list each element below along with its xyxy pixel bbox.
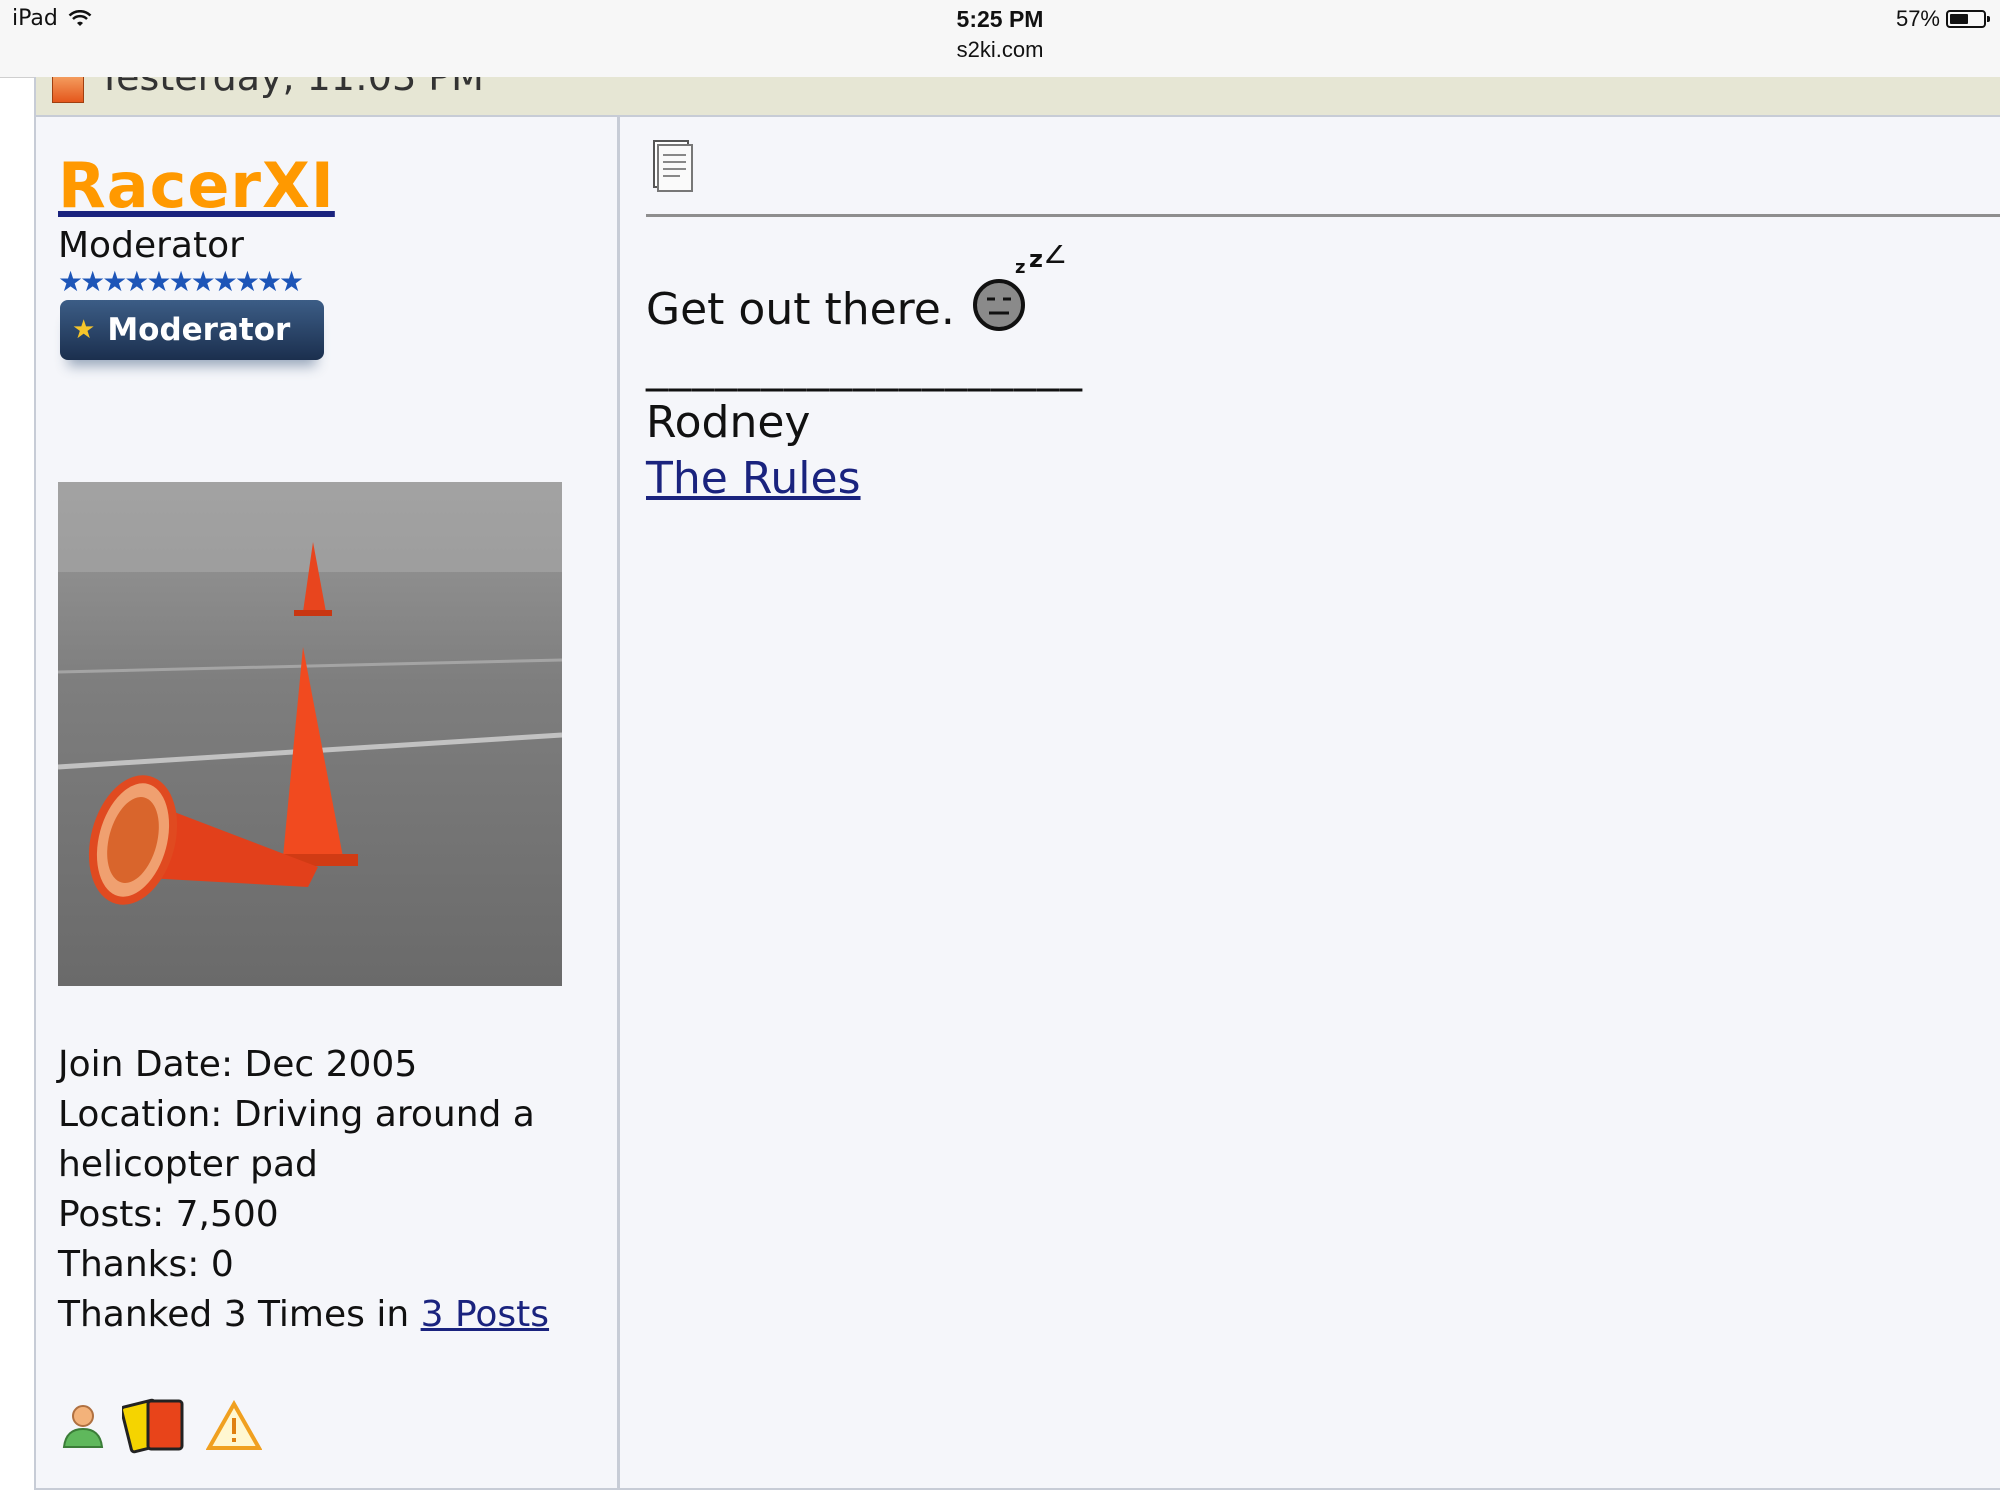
svg-text:z: z bbox=[1015, 257, 1025, 278]
battery-fill bbox=[1950, 14, 1968, 24]
warning-icon[interactable] bbox=[206, 1400, 262, 1452]
post-header: Yesterday, 11:03 PM bbox=[34, 77, 2000, 115]
rank-stars: ★★★★★★★★★★★ bbox=[58, 265, 304, 298]
user-profile-icon[interactable] bbox=[58, 1401, 108, 1451]
post-icon bbox=[52, 77, 84, 103]
post-body: Get out there. z z Z ___________________… bbox=[620, 117, 2000, 1488]
status-bar: iPad 5:25 PM s2ki.com 57% bbox=[0, 0, 2000, 78]
post-table: RacerXI Moderator ★★★★★★★★★★★ ★ Moderato… bbox=[34, 115, 2000, 1490]
user-stats: Join Date: Dec 2005 Location: Driving ar… bbox=[58, 1040, 598, 1340]
post-count: Posts: 7,500 bbox=[58, 1194, 279, 1235]
moderator-badge-label: Moderator bbox=[107, 312, 291, 348]
location: Location: Driving around a helicopter pa… bbox=[58, 1094, 535, 1185]
user-action-icons bbox=[58, 1397, 262, 1455]
avatar bbox=[58, 482, 562, 986]
sleepy-smiley-icon: z z Z bbox=[972, 245, 1066, 331]
signature-name: Rodney bbox=[646, 397, 811, 448]
cards-icon[interactable] bbox=[122, 1397, 192, 1455]
post-date: Yesterday, 11:03 PM bbox=[98, 77, 484, 99]
signature-separator: ___________________ bbox=[646, 341, 1083, 392]
post-message: Get out there. z z Z bbox=[646, 245, 1069, 335]
svg-text:Z: Z bbox=[1045, 245, 1066, 271]
address-url[interactable]: s2ki.com bbox=[0, 37, 2000, 63]
thanked-line: Thanked 3 Times in 3 Posts bbox=[58, 1290, 598, 1340]
post-message-text: Get out there. bbox=[646, 284, 955, 335]
clock: 5:25 PM bbox=[956, 6, 1044, 32]
document-icon bbox=[653, 140, 693, 192]
svg-text:z: z bbox=[1029, 245, 1043, 273]
rules-link[interactable]: The Rules bbox=[646, 453, 861, 504]
moderator-badge: ★ Moderator bbox=[60, 300, 324, 360]
post-divider bbox=[646, 214, 2000, 217]
user-title: Moderator bbox=[58, 225, 244, 266]
join-date: Join Date: Dec 2005 bbox=[58, 1044, 418, 1085]
thanks-count: Thanks: 0 bbox=[58, 1244, 234, 1285]
thanked-posts-link[interactable]: 3 Posts bbox=[421, 1294, 549, 1335]
username-link[interactable]: RacerXI bbox=[58, 149, 335, 222]
thanked-text: Thanked 3 Times in bbox=[58, 1294, 421, 1335]
star-icon: ★ bbox=[72, 315, 96, 345]
signature: ___________________ Rodney The Rules bbox=[646, 339, 1083, 507]
battery-percent: 57% bbox=[1895, 6, 1940, 31]
user-info-panel: RacerXI Moderator ★★★★★★★★★★★ ★ Moderato… bbox=[36, 117, 620, 1488]
traffic-cones-image bbox=[58, 482, 562, 986]
battery-icon bbox=[1946, 10, 1990, 28]
